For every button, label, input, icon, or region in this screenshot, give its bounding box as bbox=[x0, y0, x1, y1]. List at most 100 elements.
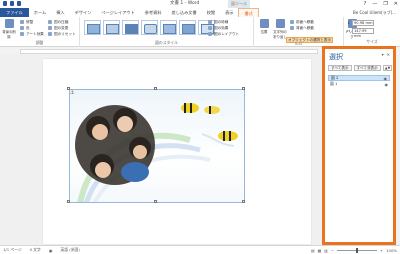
picture-layout-icon bbox=[208, 32, 212, 36]
resize-handle[interactable] bbox=[242, 87, 245, 90]
reorder-arrows[interactable]: ▲▼ bbox=[382, 65, 393, 71]
ribbon: 背景の削除 修整 色 アート効果 図の圧縮 図の変更 図のリセット 調整 図の枠… bbox=[0, 17, 400, 47]
remove-background-button[interactable]: 背景の削除 bbox=[2, 19, 16, 39]
zoom-out-icon[interactable]: − bbox=[331, 248, 334, 253]
position-button[interactable]: 位置 bbox=[257, 19, 271, 37]
selected-picture[interactable] bbox=[69, 89, 245, 203]
zoom-level[interactable]: 100% bbox=[386, 248, 397, 253]
width-field-row: ↔ 147.99 mm bbox=[347, 28, 375, 38]
color-label: 色 bbox=[26, 25, 30, 30]
bring-forward-label: 前面へ移動 bbox=[296, 19, 314, 24]
close-icon[interactable]: ✕ bbox=[394, 0, 398, 8]
hide-all-button[interactable]: すべて非表示 bbox=[353, 65, 381, 71]
group-picture-styles: 図の枠線 図の効果 図のレイアウト 図のスタイル bbox=[80, 17, 254, 47]
corrections-icon bbox=[20, 20, 24, 24]
selection-pane-list: 図 2 ◉ 図 1 ◉ bbox=[328, 75, 390, 87]
print-layout-icon[interactable]: ▦ bbox=[318, 248, 322, 253]
list-item[interactable]: 図 1 ◉ bbox=[328, 81, 390, 87]
tab-file[interactable]: ファイル bbox=[0, 8, 29, 17]
ribbon-tabs: ファイル ホーム 挿入 デザイン ページレイアウト 参考資料 差し込み文書 校閲… bbox=[0, 8, 400, 17]
wrap-text-button[interactable]: 文字列の折り返し bbox=[272, 19, 288, 39]
zoom-slider[interactable] bbox=[336, 248, 377, 253]
word-window: 文書 1 - Word 図ツール ? — ❐ ✕ ファイル ホーム 挿入 デザイ… bbox=[0, 0, 400, 254]
tab-references[interactable]: 参考資料 bbox=[140, 8, 167, 17]
title-bar: 文書 1 - Word 図ツール ? — ❐ ✕ bbox=[0, 0, 400, 8]
tab-page-layout[interactable]: ページレイアウト bbox=[96, 8, 139, 17]
picture-style-swatch[interactable] bbox=[160, 20, 177, 35]
window-controls: ? — ❐ ✕ bbox=[364, 0, 398, 8]
color-icon bbox=[20, 26, 24, 30]
zoom-in-icon[interactable]: + bbox=[380, 248, 383, 253]
position-label: 位置 bbox=[260, 30, 268, 34]
tab-home[interactable]: ホーム bbox=[29, 8, 51, 17]
pane-options-icon[interactable]: ▾ bbox=[382, 52, 384, 57]
maximize-icon[interactable]: ❐ bbox=[383, 0, 387, 8]
wrap-text-icon bbox=[275, 19, 285, 28]
resize-handle[interactable] bbox=[67, 87, 70, 90]
undo-icon[interactable] bbox=[17, 1, 21, 6]
picture-tools-header: 図ツール bbox=[228, 0, 250, 8]
tab-insert[interactable]: 挿入 bbox=[51, 8, 69, 17]
word-count[interactable]: 0 文字 bbox=[30, 247, 41, 253]
picture-border-icon bbox=[208, 20, 212, 24]
picture-border-label: 図の枠線 bbox=[214, 19, 229, 24]
send-backward-button[interactable]: 背面へ移動 bbox=[290, 25, 314, 31]
document-page[interactable]: ⚓ bbox=[43, 59, 311, 244]
minimize-icon[interactable]: — bbox=[372, 0, 377, 8]
resize-handle[interactable] bbox=[242, 200, 245, 203]
remove-background-label: 背景の削除 bbox=[2, 30, 16, 39]
width-input[interactable]: 147.99 mm bbox=[352, 28, 375, 38]
tab-review[interactable]: 校閲 bbox=[202, 8, 220, 17]
status-right: ▤ ▦ ▥ − + 100% bbox=[311, 246, 397, 254]
pane-close-icon[interactable]: ✕ bbox=[387, 52, 390, 57]
send-backward-label: 背面へ移動 bbox=[296, 25, 314, 30]
page-count[interactable]: 1/1 ページ bbox=[3, 247, 22, 253]
corrections-label: 修整 bbox=[26, 19, 34, 24]
picture-style-swatch[interactable] bbox=[141, 20, 158, 35]
user-account[interactable]: Be Cool Uliem(ラブ)... bbox=[353, 8, 396, 17]
reset-icon bbox=[48, 32, 52, 36]
window-title: 文書 1 - Word bbox=[170, 1, 200, 6]
picture-styles-gallery bbox=[84, 20, 215, 35]
eye-icon[interactable]: ◉ bbox=[384, 76, 388, 81]
position-icon bbox=[259, 19, 269, 28]
word-logo-icon bbox=[3, 1, 7, 6]
height-field-row: ↕ 90.98 mm bbox=[347, 20, 375, 26]
wrap-text-label: 文字列の折り返し bbox=[273, 30, 287, 39]
eye-icon[interactable]: ◉ bbox=[385, 82, 389, 87]
language[interactable]: 英語 (米国) bbox=[60, 247, 79, 253]
selection-pane-button[interactable]: オブジェクトの選択と表示 bbox=[286, 37, 334, 43]
tab-view[interactable]: 表示 bbox=[220, 8, 238, 17]
picture-style-swatch[interactable] bbox=[103, 20, 120, 35]
picture-style-swatch[interactable] bbox=[122, 20, 139, 35]
picture-layout-button[interactable]: 図のレイアウト bbox=[208, 31, 239, 37]
height-input[interactable]: 90.98 mm bbox=[352, 20, 375, 26]
help-icon[interactable]: ? bbox=[364, 0, 367, 8]
tab-format[interactable]: 書式 bbox=[238, 8, 259, 17]
pane-controls: ▾ ✕ bbox=[382, 52, 390, 57]
tab-design[interactable]: デザイン bbox=[70, 8, 97, 17]
anchor-icon[interactable]: ⚓ bbox=[70, 90, 74, 96]
artistic-effects-button[interactable]: アート効果 bbox=[20, 31, 44, 37]
group-adjust: 背景の削除 修整 色 アート効果 図の圧縮 図の変更 図のリセット 調整 bbox=[0, 17, 80, 47]
reset-label: 図のリセット bbox=[54, 31, 76, 36]
web-layout-icon[interactable]: ▥ bbox=[324, 248, 328, 253]
save-icon[interactable] bbox=[10, 1, 14, 6]
picture-style-swatch[interactable] bbox=[84, 20, 101, 35]
tab-mailings[interactable]: 差し込み文書 bbox=[167, 8, 202, 17]
pane-buttons: すべて表示 すべて非表示 ▲▼ bbox=[328, 65, 393, 71]
read-mode-icon[interactable]: ▤ bbox=[311, 248, 315, 253]
picture-style-swatch[interactable] bbox=[179, 20, 196, 35]
bring-forward-icon bbox=[290, 20, 294, 24]
resize-handle[interactable] bbox=[154, 87, 157, 90]
reset-picture-button[interactable]: 図のリセット bbox=[48, 31, 76, 37]
group-size-label: サイズ bbox=[366, 39, 378, 44]
remove-background-icon bbox=[4, 19, 14, 28]
change-picture-icon bbox=[48, 26, 52, 30]
selection-pane: 選択 ▾ ✕ すべて表示 すべて非表示 ▲▼ 図 2 ◉ 図 1 ◉ bbox=[322, 46, 396, 245]
artistic-effects-label: アート効果 bbox=[26, 31, 44, 36]
show-all-button[interactable]: すべて表示 bbox=[328, 65, 352, 71]
proofing-icon[interactable]: ▣ bbox=[49, 248, 53, 253]
resize-handle[interactable] bbox=[67, 200, 70, 203]
resize-handle[interactable] bbox=[154, 200, 157, 203]
